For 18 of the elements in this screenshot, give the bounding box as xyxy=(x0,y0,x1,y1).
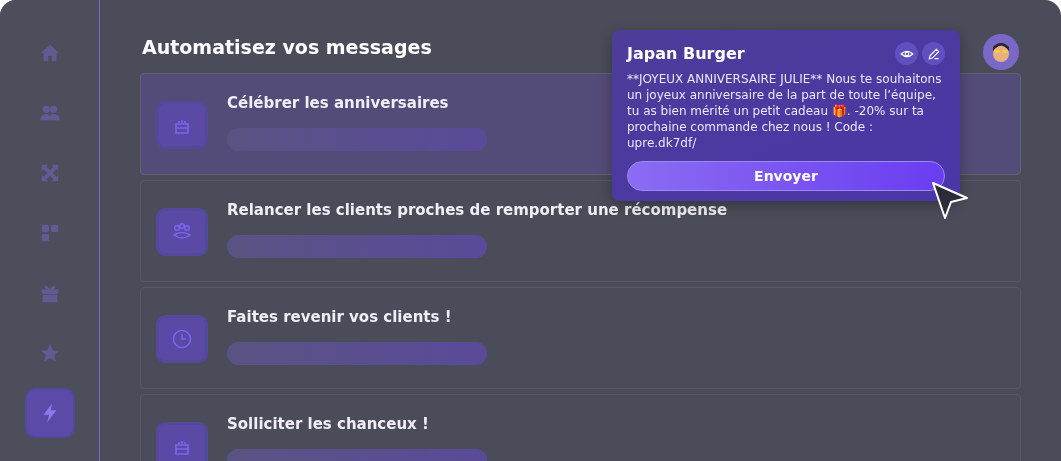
send-button[interactable]: Envoyer xyxy=(627,161,945,191)
popup-title: Japan Burger xyxy=(627,44,745,63)
avatar-icon[interactable] xyxy=(983,34,1019,70)
card-title: Solliciter les chanceux ! xyxy=(227,415,430,433)
automation-card[interactable]: Solliciter les chanceux ! xyxy=(140,394,1021,461)
edit-button[interactable] xyxy=(922,42,945,65)
card-title: Relancer les clients proches de remporter une récompense xyxy=(227,201,728,219)
message-text: **JOYEUX ANNIVERSAIRE JULIE** Nous te souhaitons un joyeux anniversaire de la part de toute l’équipe, tu as bien mérité un petit cadeau 🎁. -20% sur ta prochaine commande chez nous ! Code : upre.dk7df/ xyxy=(627,71,943,151)
nav-item[interactable] xyxy=(26,390,73,436)
card-title: Célébrer les anniversaires xyxy=(227,94,450,112)
card-title: Faites revenir vos clients ! xyxy=(227,308,453,326)
cursor-icon xyxy=(930,180,970,220)
clock-icon xyxy=(170,327,194,351)
page-title: Automatisez vos messages xyxy=(142,36,432,58)
home-icon xyxy=(38,42,61,64)
preview-button[interactable] xyxy=(895,42,918,65)
automation-card[interactable]: Faites revenir vos clients ! xyxy=(140,287,1021,389)
pencil-icon xyxy=(926,46,941,61)
